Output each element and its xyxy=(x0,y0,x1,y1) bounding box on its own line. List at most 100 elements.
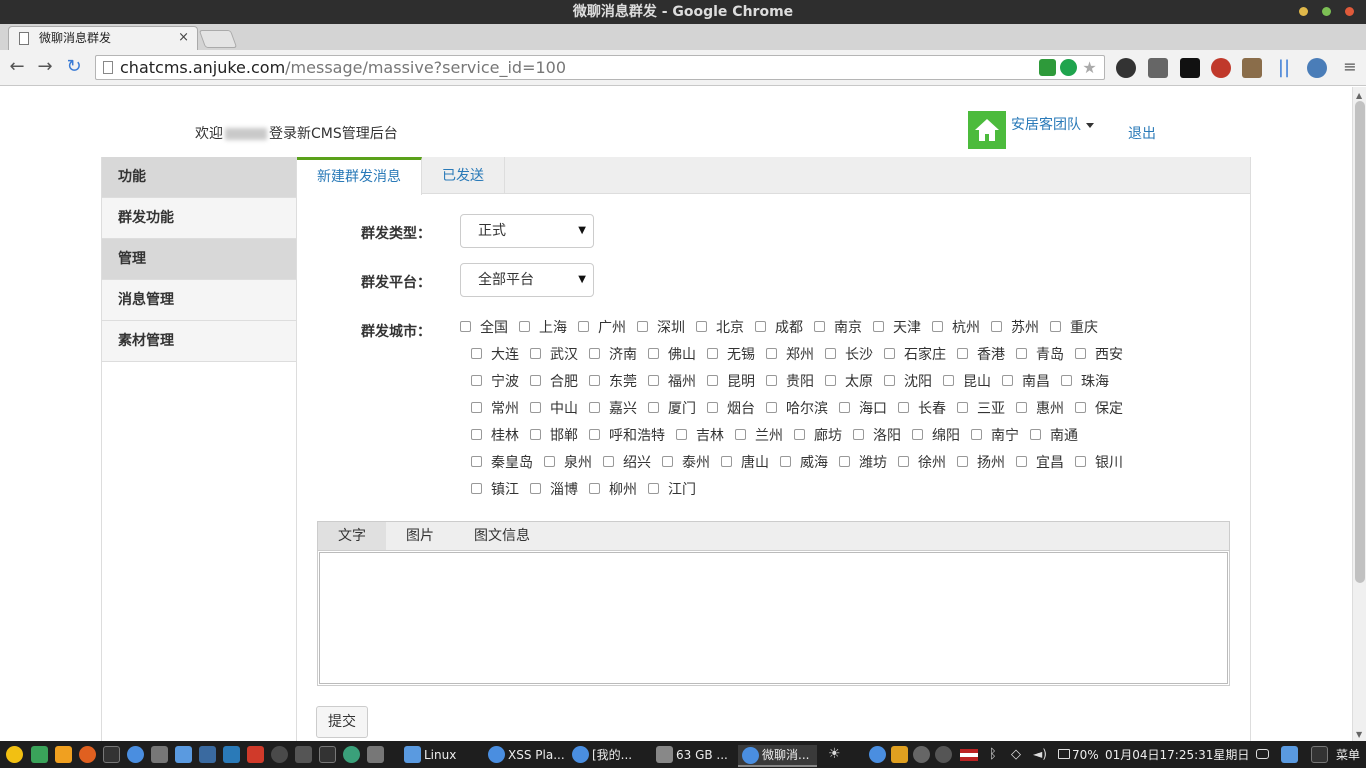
city-checkbox[interactable] xyxy=(471,429,482,440)
logout-link[interactable]: 退出 xyxy=(1128,123,1156,143)
city-option[interactable]: 海口 xyxy=(839,398,887,418)
volume-icon[interactable]: ◄) xyxy=(1033,746,1050,763)
city-option[interactable]: 武汉 xyxy=(530,344,578,364)
city-checkbox[interactable] xyxy=(460,321,471,332)
city-option[interactable]: 广州 xyxy=(578,317,626,337)
display-icon[interactable] xyxy=(1256,749,1269,759)
city-checkbox[interactable] xyxy=(662,456,673,467)
city-option[interactable]: 香港 xyxy=(957,344,1005,364)
city-checkbox[interactable] xyxy=(1075,348,1086,359)
shield-icon[interactable] xyxy=(1039,59,1056,76)
city-option[interactable]: 嘉兴 xyxy=(589,398,637,418)
app-icon[interactable] xyxy=(271,746,288,763)
city-option[interactable]: 上海 xyxy=(519,317,567,337)
city-option[interactable]: 宁波 xyxy=(471,371,519,391)
city-option[interactable]: 郑州 xyxy=(766,344,814,364)
city-option[interactable]: 江门 xyxy=(648,479,696,499)
city-checkbox[interactable] xyxy=(766,348,777,359)
taskbar-item-linux[interactable]: Linux xyxy=(404,745,456,765)
brightness-icon[interactable]: ☀ xyxy=(828,746,845,763)
city-checkbox[interactable] xyxy=(589,348,600,359)
city-checkbox[interactable] xyxy=(589,375,600,386)
app-icon[interactable] xyxy=(295,746,312,763)
city-option[interactable]: 深圳 xyxy=(637,317,685,337)
app-icon[interactable] xyxy=(151,746,168,763)
city-checkbox[interactable] xyxy=(825,348,836,359)
city-option[interactable]: 南宁 xyxy=(971,425,1019,445)
app-icon[interactable] xyxy=(343,746,360,763)
city-option[interactable]: 泉州 xyxy=(544,452,592,472)
city-option[interactable]: 太原 xyxy=(825,371,873,391)
city-checkbox[interactable] xyxy=(603,456,614,467)
city-option[interactable]: 福州 xyxy=(648,371,696,391)
city-checkbox[interactable] xyxy=(755,321,766,332)
city-checkbox[interactable] xyxy=(884,348,895,359)
bluetooth-icon[interactable]: ᛒ xyxy=(989,746,1006,763)
reload-icon[interactable]: ↻ xyxy=(63,56,85,78)
message-textarea[interactable] xyxy=(319,552,1228,684)
city-option[interactable]: 长春 xyxy=(898,398,946,418)
submit-button[interactable]: 提交 xyxy=(316,706,368,738)
city-checkbox[interactable] xyxy=(957,402,968,413)
city-option[interactable]: 昆明 xyxy=(707,371,755,391)
app-icon[interactable] xyxy=(55,746,72,763)
tux-icon[interactable] xyxy=(891,746,908,763)
city-option[interactable]: 绵阳 xyxy=(912,425,960,445)
editor-tab-news[interactable]: 图文信息 xyxy=(454,522,550,550)
extension-icon[interactable] xyxy=(1242,58,1262,78)
city-option[interactable]: 呼和浩特 xyxy=(589,425,665,445)
city-option[interactable]: 邯郸 xyxy=(530,425,578,445)
city-checkbox[interactable] xyxy=(898,456,909,467)
city-option[interactable]: 无锡 xyxy=(707,344,755,364)
city-option[interactable]: 唐山 xyxy=(721,452,769,472)
city-option[interactable]: 泰州 xyxy=(662,452,710,472)
city-checkbox[interactable] xyxy=(471,402,482,413)
city-option[interactable]: 镇江 xyxy=(471,479,519,499)
city-option[interactable]: 吉林 xyxy=(676,425,724,445)
app-icon[interactable] xyxy=(223,746,240,763)
city-checkbox[interactable] xyxy=(471,348,482,359)
city-checkbox[interactable] xyxy=(471,483,482,494)
city-option[interactable]: 惠州 xyxy=(1016,398,1064,418)
city-option[interactable]: 杭州 xyxy=(932,317,980,337)
scroll-down-icon[interactable]: ▼ xyxy=(1356,730,1362,739)
city-checkbox[interactable] xyxy=(471,375,482,386)
city-checkbox[interactable] xyxy=(578,321,589,332)
city-option[interactable]: 济南 xyxy=(589,344,637,364)
app-icon[interactable] xyxy=(31,746,48,763)
chrome-icon[interactable] xyxy=(869,746,886,763)
close-window-icon[interactable] xyxy=(1345,7,1354,16)
city-option[interactable]: 秦皇岛 xyxy=(471,452,533,472)
globe-icon[interactable] xyxy=(1307,58,1327,78)
city-option[interactable]: 洛阳 xyxy=(853,425,901,445)
city-option[interactable]: 烟台 xyxy=(707,398,755,418)
city-checkbox[interactable] xyxy=(1075,456,1086,467)
scrollbar-thumb[interactable] xyxy=(1355,101,1365,583)
terminal-icon[interactable] xyxy=(103,746,120,763)
city-checkbox[interactable] xyxy=(707,375,718,386)
close-tab-icon[interactable]: × xyxy=(178,27,189,49)
city-checkbox[interactable] xyxy=(696,321,707,332)
city-checkbox[interactable] xyxy=(1002,375,1013,386)
city-checkbox[interactable] xyxy=(912,429,923,440)
sidebar-item-material-manage[interactable]: 素材管理 xyxy=(102,321,296,362)
city-checkbox[interactable] xyxy=(839,456,850,467)
city-option[interactable]: 绍兴 xyxy=(603,452,651,472)
extension-icon[interactable]: || xyxy=(1274,58,1294,78)
city-option[interactable]: 苏州 xyxy=(991,317,1039,337)
city-checkbox[interactable] xyxy=(707,348,718,359)
app-icon[interactable] xyxy=(935,746,952,763)
page-scrollbar[interactable]: ▲ ▼ xyxy=(1352,87,1366,741)
city-checkbox[interactable] xyxy=(530,348,541,359)
scroll-up-icon[interactable]: ▲ xyxy=(1356,91,1362,100)
city-option[interactable]: 桂林 xyxy=(471,425,519,445)
city-option[interactable]: 保定 xyxy=(1075,398,1123,418)
sidebar-item-message-manage[interactable]: 消息管理 xyxy=(102,280,296,321)
minimize-icon[interactable] xyxy=(1299,7,1308,16)
city-checkbox[interactable] xyxy=(1061,375,1072,386)
city-option[interactable]: 沈阳 xyxy=(884,371,932,391)
team-dropdown[interactable]: 安居客团队 xyxy=(1011,114,1094,134)
app-icon[interactable] xyxy=(367,746,384,763)
city-option[interactable]: 大连 xyxy=(471,344,519,364)
city-checkbox[interactable] xyxy=(780,456,791,467)
